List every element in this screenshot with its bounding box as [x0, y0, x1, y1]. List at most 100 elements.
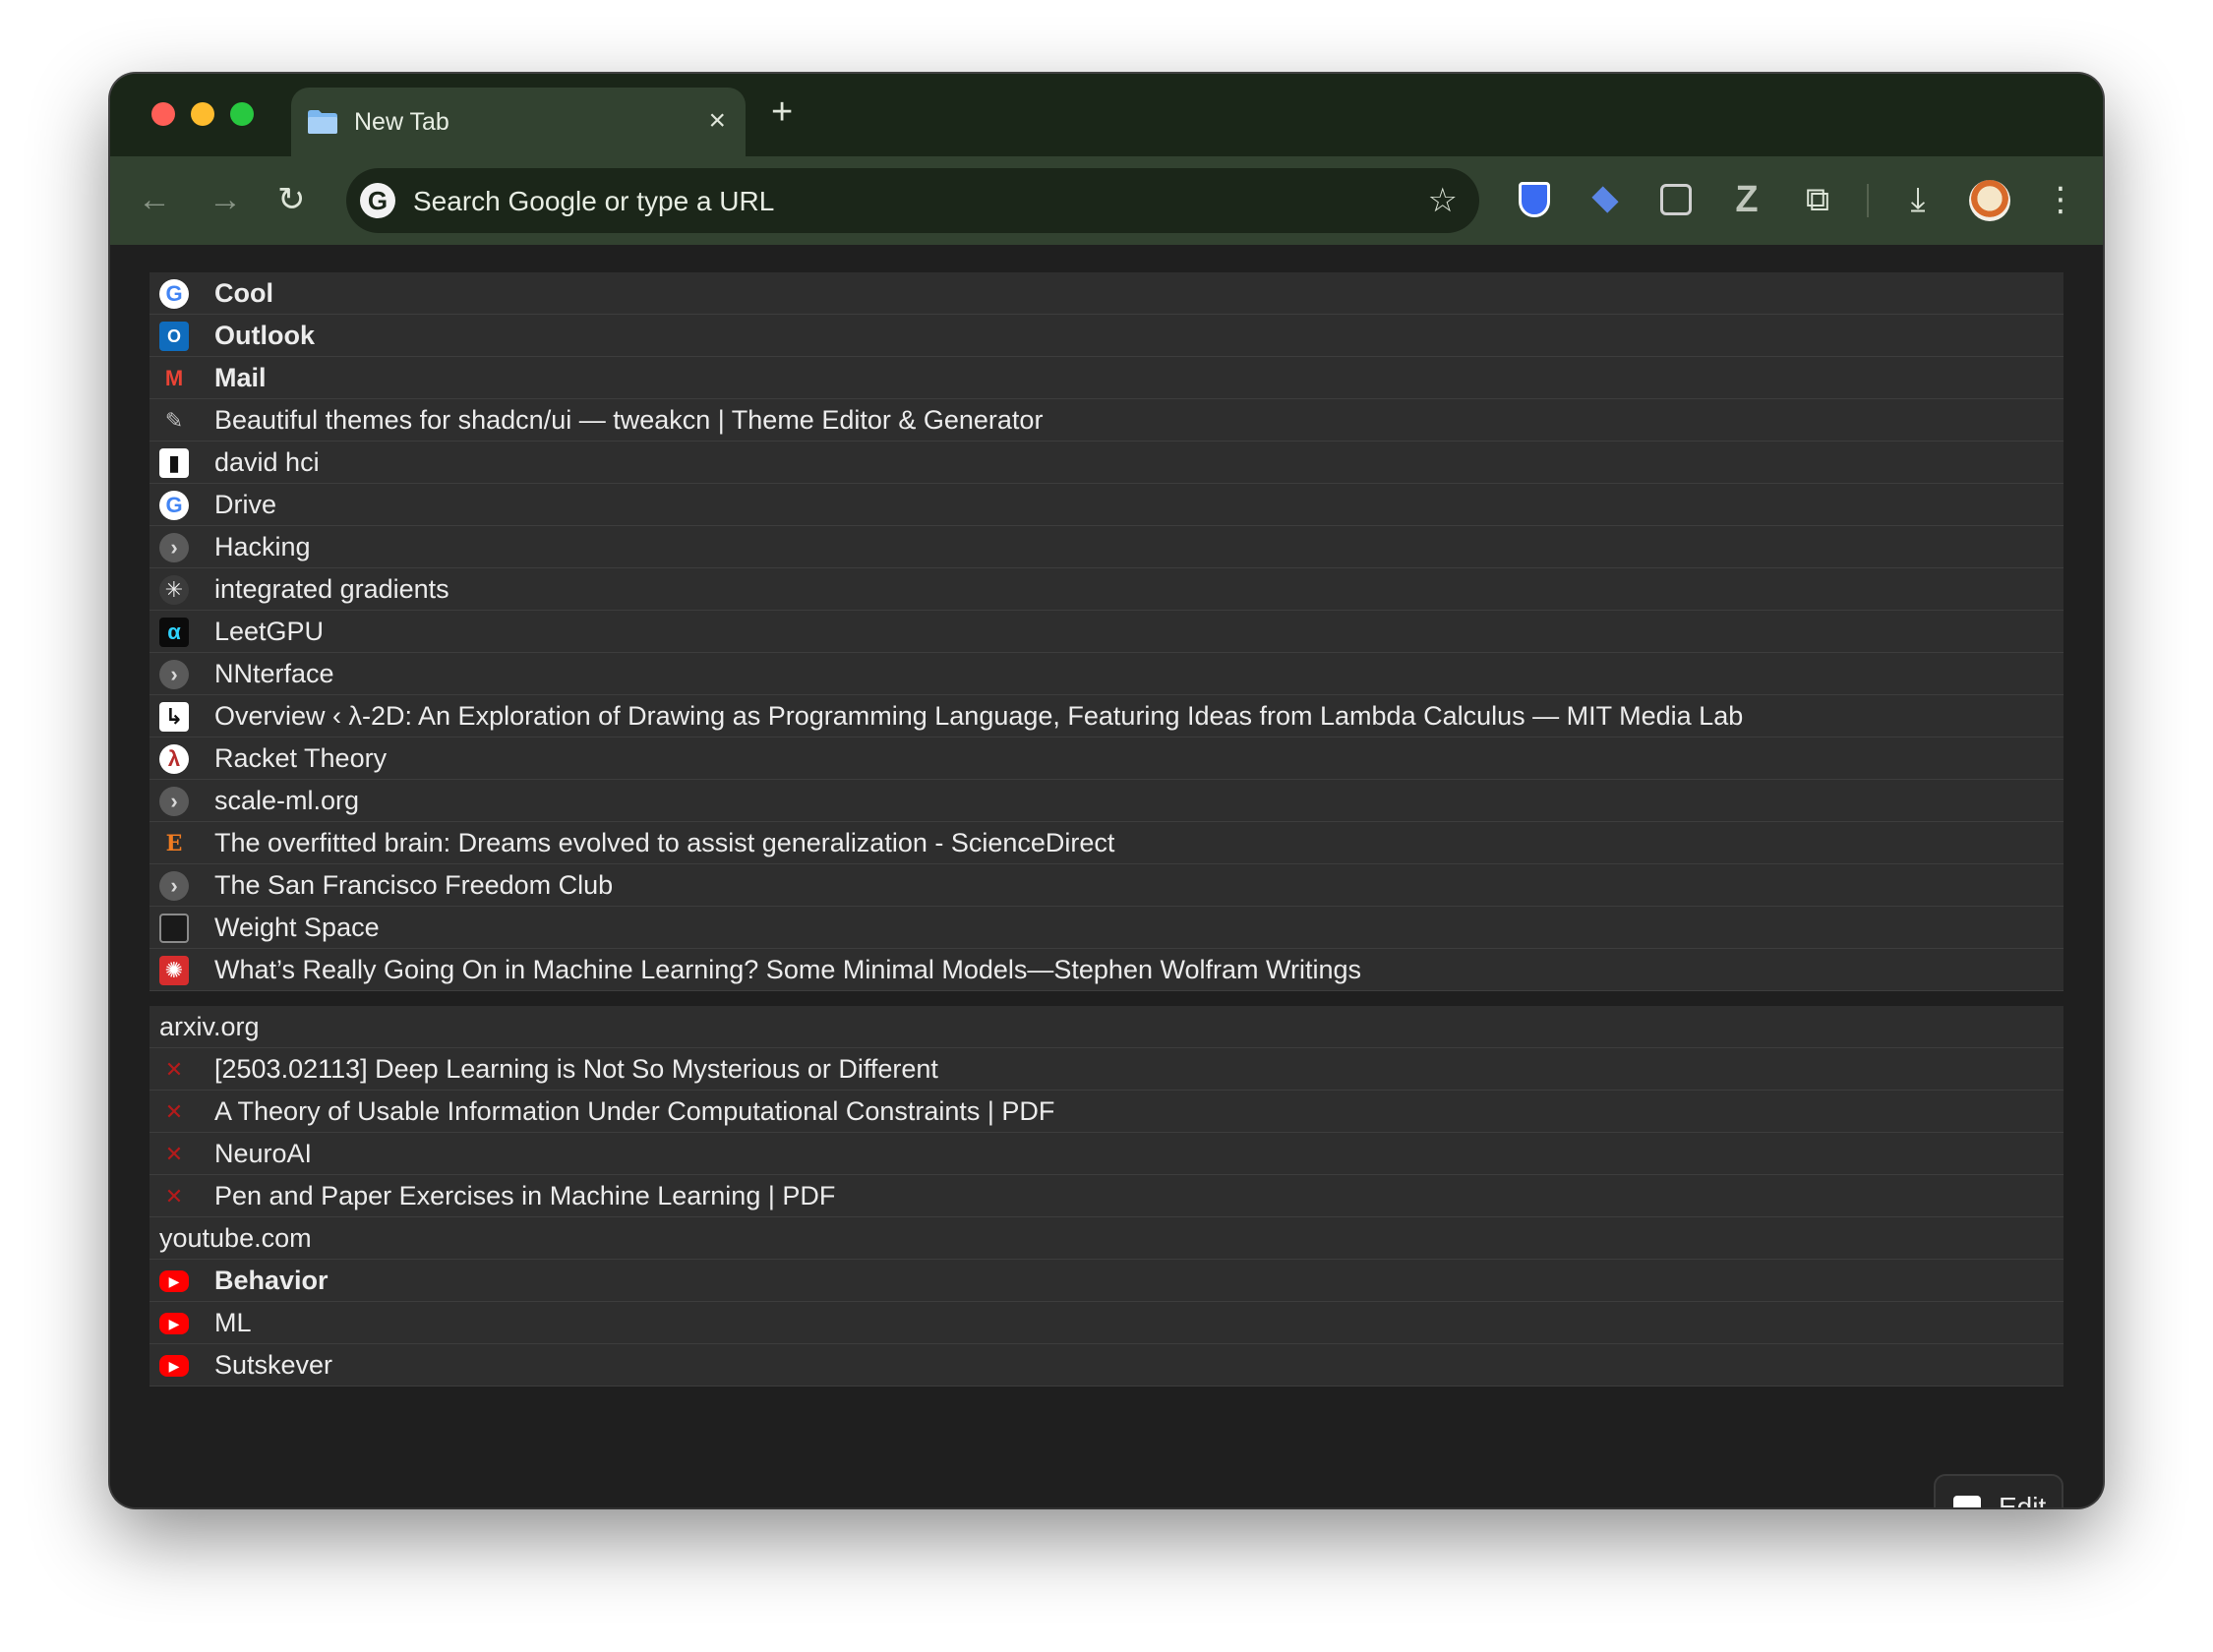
- folder-icon: [308, 110, 337, 134]
- bookmark-label[interactable]: Mail: [214, 363, 267, 393]
- address-bar[interactable]: G Search Google or type a URL ☆: [346, 168, 1479, 233]
- bookmark-row[interactable]: ✕ [2503.02113] Deep Learning is Not So My…: [150, 1048, 2063, 1091]
- bookmark-label[interactable]: A Theory of Usable Information Under Com…: [214, 1096, 1054, 1127]
- close-window-button[interactable]: [151, 102, 175, 126]
- profile-avatar[interactable]: [1969, 180, 2010, 221]
- bookmark-row[interactable]: ▶ Sutskever: [150, 1344, 2063, 1386]
- group-title: youtube.com: [159, 1223, 312, 1253]
- bookmark-label[interactable]: What’s Really Going On in Machine Learni…: [214, 955, 1361, 985]
- bookmark-row[interactable]: › NNterface: [150, 653, 2063, 695]
- gmail-icon: M: [164, 366, 184, 390]
- youtube-icon: ▶: [159, 1313, 189, 1334]
- edit-checkbox[interactable]: [1953, 1496, 1981, 1507]
- racket-icon: λ: [159, 744, 189, 774]
- bookmark-label[interactable]: integrated gradients: [214, 574, 449, 605]
- media-lab-icon: ↳: [159, 702, 189, 732]
- bookmark-label[interactable]: Beautiful themes for shadcn/ui — tweakcn…: [214, 405, 1043, 436]
- bookmark-label[interactable]: ML: [214, 1308, 252, 1338]
- bookmark-label[interactable]: Overview ‹ λ-2D: An Exploration of Drawi…: [214, 701, 1743, 732]
- document-icon: [159, 914, 189, 943]
- bookmark-label[interactable]: The San Francisco Freedom Club: [214, 870, 613, 901]
- bookmark-label[interactable]: Sutskever: [214, 1350, 332, 1381]
- tweakcn-icon: ✎: [164, 408, 184, 433]
- bookmark-row[interactable]: › Hacking: [150, 526, 2063, 568]
- folder-chevron-icon: ›: [159, 871, 189, 901]
- bookmark-label[interactable]: Behavior: [214, 1266, 329, 1296]
- arxiv-icon: ✕: [164, 1057, 184, 1082]
- bookmark-label[interactable]: The overfitted brain: Dreams evolved to …: [214, 828, 1114, 858]
- bookmark-row[interactable]: ✕ NeuroAI: [150, 1133, 2063, 1175]
- extensions-puzzle-icon[interactable]: ⧉: [1798, 180, 1837, 219]
- toolbar: ← → ↻ G Search Google or type a URL ☆ Z …: [110, 156, 2103, 245]
- bookmark-label[interactable]: [2503.02113] Deep Learning is Not So Mys…: [214, 1054, 938, 1085]
- folder-chevron-icon: ›: [159, 533, 189, 562]
- address-bar-placeholder[interactable]: Search Google or type a URL: [413, 186, 774, 217]
- bookmark-row[interactable]: › scale-ml.org: [150, 780, 2063, 822]
- group-title: arxiv.org: [159, 1012, 260, 1041]
- bookmark-label[interactable]: Drive: [214, 490, 276, 520]
- bookmark-label[interactable]: Hacking: [214, 532, 311, 562]
- elsevier-icon: E: [165, 831, 183, 856]
- tab-new-tab[interactable]: New Tab ×: [291, 88, 746, 156]
- bookmark-row[interactable]: ✺ What’s Really Going On in Machine Learn…: [150, 949, 2063, 991]
- bookmark-row[interactable]: ✎ Beautiful themes for shadcn/ui — tweakc…: [150, 399, 2063, 442]
- google-icon: G: [159, 279, 189, 309]
- back-button[interactable]: ←: [138, 180, 171, 219]
- bookmark-label[interactable]: Pen and Paper Exercises in Machine Learn…: [214, 1181, 835, 1211]
- bookmark-row[interactable]: M Mail: [150, 357, 2063, 399]
- arxiv-icon: ✕: [164, 1184, 184, 1209]
- bookmark-label[interactable]: Outlook: [214, 321, 315, 351]
- bitwarden-extension-icon[interactable]: [1515, 180, 1554, 219]
- bookmark-label[interactable]: Cool: [214, 278, 273, 309]
- bookmark-groups: arxiv.org ✕ [2503.02113] Deep Learning is …: [150, 1006, 2063, 1386]
- new-tab-button[interactable]: +: [771, 91, 793, 133]
- face-extension-icon[interactable]: [1656, 180, 1696, 219]
- maximize-window-button[interactable]: [230, 102, 254, 126]
- wolfram-icon: ✺: [159, 956, 189, 985]
- download-icon[interactable]: ⤓: [1898, 180, 1938, 219]
- bookmark-row[interactable]: Weight Space: [150, 907, 2063, 949]
- bookmark-star-icon[interactable]: ☆: [1428, 181, 1458, 220]
- bookmark-label[interactable]: Racket Theory: [214, 743, 387, 774]
- bookmark-row[interactable]: ✳ integrated gradients: [150, 568, 2063, 611]
- tab-title: New Tab: [354, 108, 449, 136]
- bookmark-row[interactable]: G Drive: [150, 484, 2063, 526]
- bookmark-row[interactable]: α LeetGPU: [150, 611, 2063, 653]
- bookmark-row[interactable]: ▮ david hci: [150, 442, 2063, 484]
- tab-strip: New Tab × +: [110, 74, 2103, 156]
- bookmark-row[interactable]: ▶ Behavior: [150, 1260, 2063, 1302]
- bookmark-row[interactable]: G Cool: [150, 272, 2063, 315]
- menu-dots-icon[interactable]: ⋮: [2044, 178, 2077, 221]
- google-icon: G: [360, 183, 395, 218]
- reload-button[interactable]: ↻: [277, 180, 306, 219]
- edit-label: Edit: [1999, 1492, 2047, 1507]
- bookmark-label[interactable]: scale-ml.org: [214, 786, 359, 816]
- bookmark-row[interactable]: λ Racket Theory: [150, 738, 2063, 780]
- minimize-window-button[interactable]: [191, 102, 214, 126]
- google-icon: G: [159, 491, 189, 520]
- bookmark-row[interactable]: E The overfitted brain: Dreams evolved to…: [150, 822, 2063, 864]
- bookmark-label[interactable]: NeuroAI: [214, 1139, 312, 1169]
- arxiv-icon: ✕: [164, 1099, 184, 1124]
- close-tab-icon[interactable]: ×: [708, 103, 726, 139]
- bookmark-row[interactable]: ✕ A Theory of Usable Information Under Co…: [150, 1091, 2063, 1133]
- z-extension-icon[interactable]: Z: [1727, 180, 1766, 219]
- bookmark-row[interactable]: ▶ ML: [150, 1302, 2063, 1344]
- bookmark-row[interactable]: › The San Francisco Freedom Club: [150, 864, 2063, 907]
- edit-button[interactable]: Edit: [1934, 1474, 2063, 1507]
- arxiv-icon: ✕: [164, 1142, 184, 1166]
- linear-icon: ▮: [159, 448, 189, 478]
- bookmark-label[interactable]: david hci: [214, 447, 320, 478]
- bookmark-row[interactable]: ✕ Pen and Paper Exercises in Machine Lear…: [150, 1175, 2063, 1217]
- outlook-icon: O: [159, 322, 189, 351]
- graduation-cap-extension-icon[interactable]: [1585, 180, 1625, 219]
- bookmark-label[interactable]: NNterface: [214, 659, 334, 689]
- bookmark-row[interactable]: O Outlook: [150, 315, 2063, 357]
- bookmark-label[interactable]: Weight Space: [214, 913, 380, 943]
- forward-button[interactable]: →: [209, 180, 242, 219]
- bookmark-label[interactable]: LeetGPU: [214, 617, 324, 647]
- group-header: youtube.com: [150, 1217, 2063, 1260]
- bookmark-row[interactable]: ↳ Overview ‹ λ-2D: An Exploration of Draw…: [150, 695, 2063, 738]
- toolbar-divider: [1867, 184, 1869, 217]
- youtube-icon: ▶: [159, 1270, 189, 1292]
